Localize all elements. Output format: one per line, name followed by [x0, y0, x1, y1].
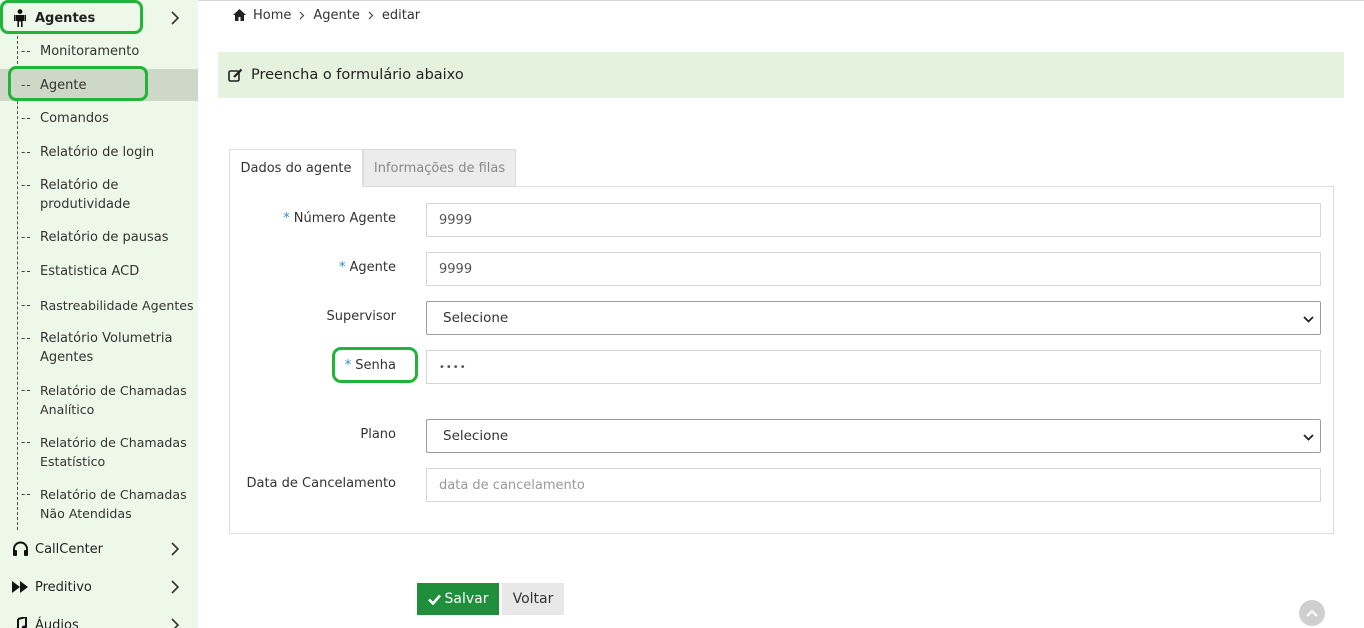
- submenu-item-estatistica-acd[interactable]: -- Estatistica ACD: [0, 262, 198, 281]
- submenu-item-relatorio-volumetria-agentes[interactable]: -- Relatório Volumetria Agentes: [0, 329, 198, 367]
- agente-label: * Agente: [339, 260, 396, 275]
- chevron-up-icon: [1306, 609, 1318, 617]
- submenu-item-relatorio-chamadas-nao-atendidas[interactable]: -- Relatório de Chamadas Não Atendidas: [0, 485, 198, 523]
- salvar-label: Salvar: [444, 591, 489, 607]
- sidebar-item-audios[interactable]: Áudios: [0, 607, 198, 628]
- submenu-item-monitoramento[interactable]: -- Monitoramento: [0, 42, 198, 61]
- submenu-item-label: Agente: [40, 78, 87, 93]
- breadcrumb: Home Agente editar: [233, 6, 420, 24]
- top-divider: [198, 0, 1364, 1]
- sidebar-item-label: Agentes: [35, 10, 96, 26]
- edit-icon: [228, 68, 243, 83]
- numero-agente-label: * Número Agente: [283, 211, 396, 226]
- submenu-item-label: Relatório de Chamadas Analítico: [40, 383, 187, 417]
- voltar-button[interactable]: Voltar: [502, 583, 564, 615]
- chevron-right-icon: [170, 618, 180, 628]
- submenu-item-label: Comandos: [40, 111, 109, 126]
- panel-title: Preencha o formulário abaixo: [251, 67, 464, 83]
- chevron-right-icon: [170, 11, 180, 25]
- home-icon[interactable]: [233, 9, 246, 21]
- submenu-item-label: Relatório Volumetria Agentes: [40, 331, 173, 365]
- person-icon: [11, 9, 29, 27]
- breadcrumb-current: editar: [381, 7, 421, 23]
- submenu-item-rastreabilidade-agentes[interactable]: -- Rastreabilidade Agentes: [0, 296, 198, 315]
- music-note-icon: [11, 616, 29, 628]
- submenu-item-label: Relatório de produtividade: [40, 178, 131, 212]
- sidebar-item-agentes[interactable]: Agentes: [0, 0, 198, 36]
- submenu-item-comandos[interactable]: -- Comandos: [0, 109, 198, 128]
- salvar-button[interactable]: Salvar: [417, 583, 499, 615]
- breadcrumb-agente[interactable]: Agente: [313, 8, 359, 23]
- tab-informacoes-de-filas[interactable]: Informações de filas: [363, 149, 516, 187]
- chevron-right-icon: [170, 542, 180, 556]
- data-cancelamento-label: Data de Cancelamento: [246, 476, 396, 491]
- submenu-item-relatorio-chamadas-analitico[interactable]: -- Relatório de Chamadas Analítico: [0, 381, 198, 419]
- numero-agente-field[interactable]: 9999: [426, 203, 1321, 237]
- plano-label: Plano: [360, 427, 396, 442]
- sidebar-item-label: Preditivo: [35, 579, 92, 595]
- sidebar-item-preditivo[interactable]: Preditivo: [0, 569, 198, 605]
- submenu-item-relatorio-pausas[interactable]: -- Relatório de pausas: [0, 228, 198, 247]
- submenu-item-label: Estatistica ACD: [40, 264, 140, 279]
- submenu-item-relatorio-produtividade[interactable]: -- Relatório de produtividade: [0, 176, 198, 214]
- submenu-item-label: Relatório de pausas: [40, 230, 169, 245]
- supervisor-select[interactable]: Selecione: [426, 301, 1321, 335]
- submenu-item-relatorio-chamadas-estatistico[interactable]: -- Relatório de Chamadas Estatístico: [0, 433, 198, 471]
- submenu-item-label: Relatório de login: [40, 145, 155, 160]
- scroll-to-top-button[interactable]: [1299, 600, 1325, 626]
- chevron-down-icon: [1303, 313, 1314, 324]
- submenu-item-relatorio-login[interactable]: -- Relatório de login: [0, 143, 198, 162]
- agente-field[interactable]: 9999: [426, 252, 1321, 286]
- chevron-right-icon: [299, 11, 305, 20]
- senha-field[interactable]: ••••: [426, 350, 1321, 384]
- plano-select[interactable]: Selecione: [426, 419, 1321, 453]
- chevron-down-icon: [1303, 431, 1314, 442]
- submenu-item-label: Relatório de Chamadas Não Atendidas: [40, 487, 187, 521]
- submenu-item-label: Relatório de Chamadas Estatístico: [40, 435, 187, 469]
- submenu-item-agente[interactable]: -- Agente: [0, 69, 198, 101]
- supervisor-selected-value: Selecione: [443, 310, 509, 326]
- sidebar-item-label: Áudios: [35, 617, 79, 628]
- check-icon: [427, 594, 441, 605]
- sidebar: Agentes -- Monitoramento -- Agente -- Co…: [0, 0, 198, 628]
- sidebar-item-callcenter[interactable]: CallCenter: [0, 531, 198, 567]
- breadcrumb-home[interactable]: Home: [253, 8, 291, 23]
- fast-forward-icon: [11, 578, 29, 596]
- senha-label: * Senha: [344, 358, 396, 373]
- panel-header: Preencha o formulário abaixo: [218, 52, 1344, 98]
- headset-icon: [11, 540, 29, 558]
- submenu-item-label: Rastreabilidade Agentes: [40, 298, 194, 313]
- submenu-item-label: Monitoramento: [40, 44, 140, 59]
- tab-dados-do-agente[interactable]: Dados do agente: [229, 149, 363, 187]
- plano-selected-value: Selecione: [443, 428, 509, 444]
- sidebar-item-label: CallCenter: [35, 541, 104, 557]
- supervisor-label: Supervisor: [326, 309, 396, 324]
- data-cancelamento-field[interactable]: data de cancelamento: [426, 468, 1321, 502]
- chevron-right-icon: [368, 11, 374, 20]
- chevron-right-icon: [170, 580, 180, 594]
